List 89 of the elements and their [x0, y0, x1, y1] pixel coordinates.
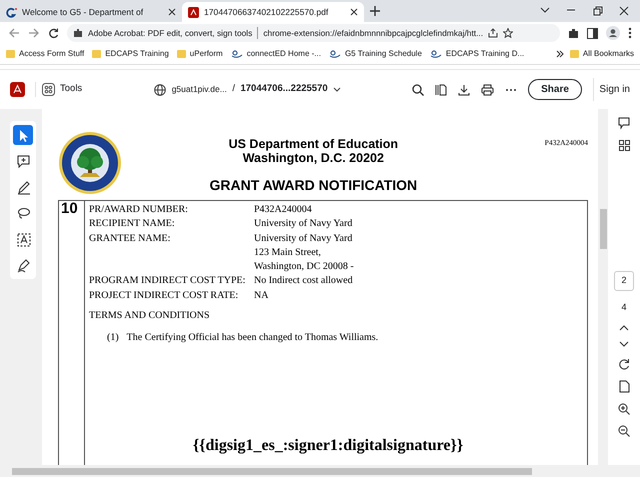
scrollbar-thumb[interactable] [12, 468, 532, 475]
new-tab-icon[interactable] [370, 6, 380, 16]
logo-icon [328, 50, 341, 58]
rotate-icon[interactable] [618, 358, 630, 370]
url-text: chrome-extension://efaidnbmnnnibpcajpcglclefindmkaj/htt... [263, 26, 484, 40]
horizontal-scrollbar[interactable] [0, 465, 640, 477]
browser-tab[interactable]: 17044706637402102225570.pdf [182, 2, 364, 22]
page-number-field[interactable]: 2 [614, 271, 634, 290]
bookmark[interactable]: Access Form Stuff [6, 48, 84, 60]
acrobat-logo-icon [10, 82, 25, 97]
share-icon[interactable] [488, 28, 498, 38]
scrollbar-thumb[interactable] [600, 209, 607, 249]
signature-field: {{digsig1_es_:signer1:digitalsignature}} [89, 434, 587, 458]
folder-icon [570, 50, 579, 58]
close-icon[interactable] [619, 6, 629, 16]
more-icon[interactable] [505, 88, 518, 92]
signature-icon [16, 258, 30, 272]
bookmark[interactable]: connectED Home -... [230, 48, 321, 60]
bookmark[interactable]: All Bookmarks [570, 48, 634, 60]
field-label: PR/AWARD NUMBER: [89, 203, 189, 217]
tools-button[interactable]: Tools [35, 82, 82, 97]
logo-icon [430, 50, 442, 58]
bookmark[interactable]: uPerform [176, 48, 223, 60]
bookmark[interactable]: EDCAPS Training D... [430, 48, 524, 60]
grid-icon [42, 83, 54, 96]
field-label: RECIPIENT NAME: [89, 217, 176, 232]
download-icon[interactable] [458, 84, 470, 96]
comments-icon[interactable] [618, 117, 630, 130]
field-value: University of Navy Yard [254, 217, 352, 232]
site-name: Adobe Acrobat: PDF edit, convert, sign tools [88, 26, 252, 40]
thumbnails-icon[interactable] [618, 140, 630, 151]
terms-heading: TERMS AND CONDITIONS [89, 309, 211, 324]
chevron-down-icon[interactable] [619, 341, 629, 348]
comment-icon [16, 154, 30, 168]
document-title: GRANT AWARD NOTIFICATION [208, 176, 418, 195]
field-value: Washington, DC 20008 - [254, 260, 354, 274]
folder-icon [6, 50, 15, 58]
chevron-down-icon[interactable] [540, 6, 550, 14]
field-label: PROJECT INDIRECT COST RATE: [89, 288, 240, 303]
close-icon[interactable] [350, 8, 358, 16]
more-icon[interactable] [628, 27, 632, 39]
term-text: The Certifying Official has been changed to Thomas Williams. [126, 331, 378, 346]
pages-icon[interactable] [435, 84, 448, 96]
back-arrow-icon[interactable] [8, 28, 20, 38]
globe-icon [154, 84, 166, 96]
field-value: 123 Main Street, [254, 246, 322, 260]
lasso-icon [16, 206, 30, 220]
field-value: P432A240004 [254, 203, 312, 217]
file-path: g5uat1piv.de... [172, 83, 227, 96]
zoom-out-icon[interactable] [618, 425, 630, 437]
field-value: No Indirect cost allowed [254, 274, 353, 288]
share-button[interactable]: Share [528, 79, 582, 100]
restore-icon[interactable] [592, 6, 602, 16]
select-tool-button[interactable] [13, 125, 33, 145]
browser-tab[interactable]: Welcome to G5 - Department of [0, 2, 182, 22]
path-separator: / [232, 82, 235, 96]
seal-drawing [58, 131, 122, 195]
department-heading: US Department of Education Washington, D.C. 20202 [228, 137, 400, 165]
sign-in-link[interactable]: Sign in [592, 78, 630, 101]
document-icon[interactable] [618, 380, 630, 393]
field-label: PROGRAM INDIRECT COST TYPE: [89, 274, 246, 288]
pdf-icon [188, 6, 199, 18]
side-panel-icon[interactable] [587, 28, 598, 38]
address-bar[interactable]: Adobe Acrobat: PDF edit, convert, sign tools chrome-extension://efaidnbmnnnibpcajpcglclefindmkaj/htt... [67, 24, 560, 42]
chevron-double-right-icon[interactable] [556, 50, 564, 58]
chevron-up-icon[interactable] [619, 324, 629, 331]
field-value: University of Navy Yard [254, 232, 354, 246]
page-count: 4 [621, 300, 626, 314]
reload-icon[interactable] [48, 28, 59, 38]
bookmark[interactable]: EDCAPS Training [92, 48, 169, 60]
search-icon[interactable] [412, 84, 424, 96]
zoom-in-icon[interactable] [618, 403, 630, 415]
folder-icon [176, 50, 186, 58]
logo-icon [230, 50, 243, 58]
file-name: 17044706...2225570 [240, 82, 328, 96]
forward-arrow-icon[interactable] [28, 28, 40, 38]
bookmark[interactable]: G5 Training Schedule [328, 48, 422, 60]
close-icon[interactable] [168, 8, 176, 16]
field-value: NA [254, 288, 268, 303]
avatar-icon[interactable] [606, 26, 620, 40]
chevron-down-icon[interactable] [333, 86, 342, 92]
folder-icon [92, 50, 102, 58]
term-number: (1) [107, 331, 119, 346]
text-box-icon [16, 232, 30, 246]
logo-icon [6, 6, 17, 18]
print-icon[interactable] [481, 84, 494, 96]
star-icon[interactable] [503, 28, 514, 38]
field-label: GRANTEE NAME: [89, 232, 172, 246]
pen-icon [16, 180, 30, 194]
